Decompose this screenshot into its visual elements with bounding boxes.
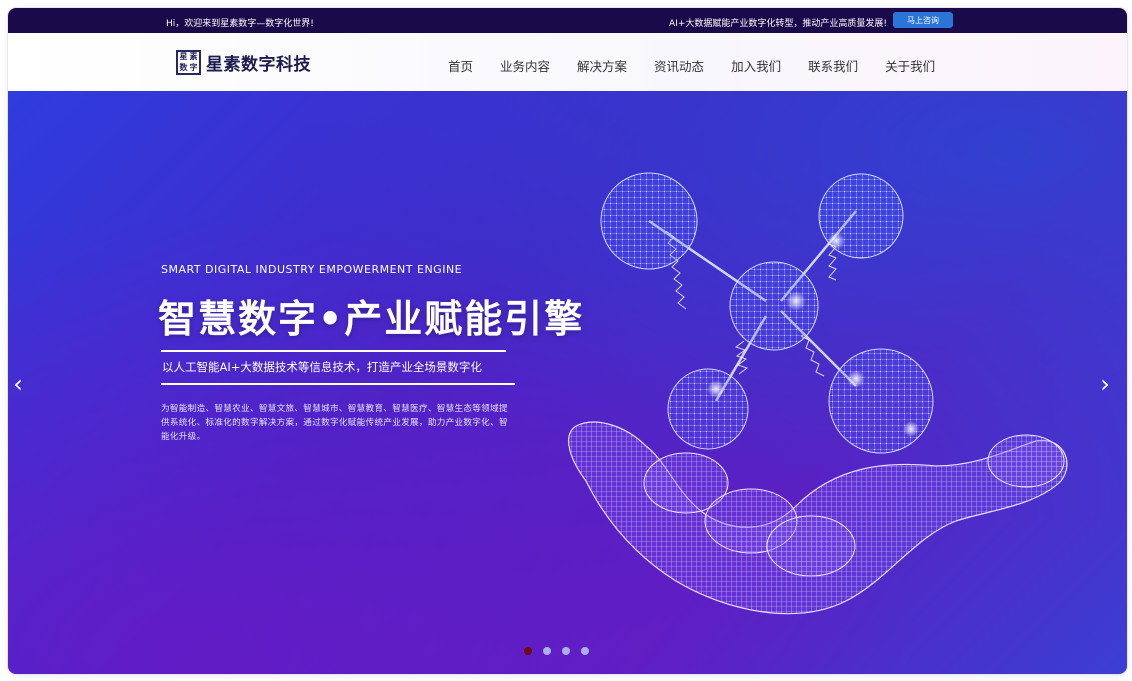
carousel-dot[interactable]: [581, 647, 589, 655]
hero-tagline: 以人工智能AI+大数据技术等信息技术，打造产业全场景数字化: [162, 360, 482, 374]
brand-name: 星素数字科技: [206, 55, 311, 75]
nav-item-home[interactable]: 首页: [448, 56, 473, 75]
nav-item-join[interactable]: 加入我们: [731, 56, 781, 75]
greeting-text: Hi，欢迎来到星素数字—数字化世界!: [166, 19, 314, 29]
logo[interactable]: 星 素 数 字 星素数字科技: [176, 50, 311, 75]
logo-mark-icon: 星 素 数 字: [176, 50, 201, 75]
carousel-dot[interactable]: [562, 647, 570, 655]
nav-item-business[interactable]: 业务内容: [500, 56, 550, 75]
carousel-pagination: [524, 647, 600, 655]
nav-item-news[interactable]: 资讯动态: [654, 56, 704, 75]
logo-mark-char: 星: [179, 52, 188, 62]
nav-item-contact[interactable]: 联系我们: [808, 56, 858, 75]
hero-subtitle: SMART DIGITAL INDUSTRY EMPOWERMENT ENGIN…: [161, 263, 463, 276]
prev-slide-arrow-icon[interactable]: ‹: [10, 372, 26, 396]
next-slide-arrow-icon[interactable]: ›: [1097, 372, 1113, 396]
logo-mark-char: 数: [179, 62, 188, 72]
consult-button[interactable]: 马上咨询: [893, 12, 953, 28]
main-nav: 首页 业务内容 解决方案 资讯动态 加入我们 联系我们 关于我们: [448, 56, 962, 75]
hero-title: 智慧数字•产业赋能引擎: [158, 297, 585, 341]
browser-frame: Hi，欢迎来到星素数字—数字化世界! AI+大数据赋能产业数字化转型，推动产业高…: [8, 8, 1127, 674]
carousel-dot[interactable]: [524, 647, 532, 655]
divider-line: [161, 350, 506, 352]
nav-item-solutions[interactable]: 解决方案: [577, 56, 627, 75]
logo-mark-char: 素: [189, 52, 198, 62]
molecule-hand-illustration: [567, 172, 1068, 615]
hero-banner: SMART DIGITAL INDUSTRY EMPOWERMENT ENGIN…: [8, 91, 1127, 674]
site-header: 星 素 数 字 星素数字科技 首页 业务内容 解决方案 资讯动态 加入我们 联系…: [8, 33, 1127, 91]
carousel-dot[interactable]: [543, 647, 551, 655]
divider-line: [161, 383, 515, 385]
logo-mark-char: 字: [189, 62, 198, 72]
nav-item-about[interactable]: 关于我们: [885, 56, 935, 75]
slogan-text: AI+大数据赋能产业数字化转型，推动产业高质量发展!: [669, 19, 887, 29]
top-bar: Hi，欢迎来到星素数字—数字化世界! AI+大数据赋能产业数字化转型，推动产业高…: [8, 8, 1127, 33]
hero-description: 为智能制造、智慧农业、智慧文旅、智慧城市、智慧教育、智慧医疗、智慧生态等领域提供…: [161, 404, 508, 442]
